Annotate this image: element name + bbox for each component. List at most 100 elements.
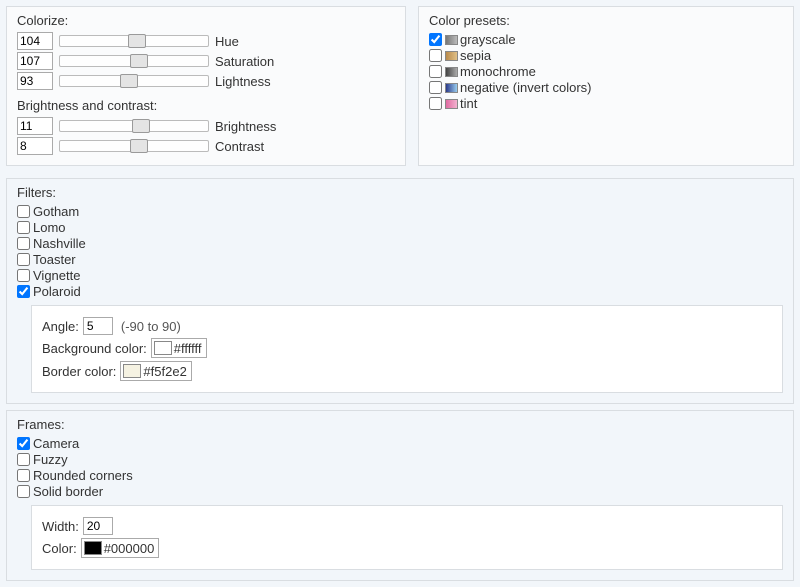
brightness-label: Brightness — [215, 119, 276, 134]
lightness-label: Lightness — [215, 74, 271, 89]
frames-item-camera: Camera — [17, 436, 783, 451]
presets-item-negative-invert-colors: negative (invert colors) — [429, 80, 783, 95]
saturation-number[interactable] — [17, 52, 53, 70]
saturation-slider[interactable] — [59, 54, 209, 68]
contrast-row: Contrast — [17, 137, 395, 155]
polaroid-border-colorbox[interactable]: #f5f2e2 — [120, 361, 191, 381]
filters-item-nashville: Nashville — [17, 236, 783, 251]
presets-title: Color presets: — [429, 13, 783, 28]
frames-label-solid-border: Solid border — [33, 484, 103, 499]
presets-item-grayscale: grayscale — [429, 32, 783, 47]
frames-title: Frames: — [17, 417, 783, 432]
filters-checkbox-gotham[interactable] — [17, 205, 30, 218]
polaroid-bg-label: Background color: — [42, 341, 147, 356]
colorize-title: Colorize: — [17, 13, 395, 28]
frames-section: Frames: CameraFuzzyRounded cornersSolid … — [6, 410, 794, 581]
filters-label-toaster: Toaster — [33, 252, 76, 267]
presets-checkbox-monochrome[interactable] — [429, 65, 442, 78]
presets-icon-tint — [445, 99, 458, 109]
filters-item-polaroid: Polaroid — [17, 284, 783, 299]
filters-checkbox-vignette[interactable] — [17, 269, 30, 282]
polaroid-bg-value: #ffffff — [174, 341, 202, 356]
presets-label-tint: tint — [460, 96, 477, 111]
contrast-label: Contrast — [215, 139, 264, 154]
filters-title: Filters: — [17, 185, 783, 200]
frames-checkbox-rounded-corners[interactable] — [17, 469, 30, 482]
presets-icon-sepia — [445, 51, 458, 61]
filters-item-gotham: Gotham — [17, 204, 783, 219]
filters-checkbox-nashville[interactable] — [17, 237, 30, 250]
presets-label-sepia: sepia — [460, 48, 491, 63]
presets-checkbox-sepia[interactable] — [429, 49, 442, 62]
filters-label-lomo: Lomo — [33, 220, 66, 235]
frames-label-rounded-corners: Rounded corners — [33, 468, 133, 483]
frames-item-fuzzy: Fuzzy — [17, 452, 783, 467]
colorize-panel: Colorize: Hue Saturation Lightness Brigh… — [6, 6, 406, 166]
presets-label-negative-invert-colors: negative (invert colors) — [460, 80, 592, 95]
frames-item-solid-border: Solid border — [17, 484, 783, 499]
saturation-row: Saturation — [17, 52, 395, 70]
filters-checkbox-lomo[interactable] — [17, 221, 30, 234]
polaroid-border-value: #f5f2e2 — [143, 364, 186, 379]
presets-label-grayscale: grayscale — [460, 32, 516, 47]
camera-width-input[interactable] — [83, 517, 113, 535]
lightness-row: Lightness — [17, 72, 395, 90]
bc-title: Brightness and contrast: — [17, 98, 395, 113]
polaroid-bg-swatch — [154, 341, 172, 355]
camera-color-colorbox[interactable]: #000000 — [81, 538, 160, 558]
camera-subpanel: Width: Color: #000000 — [31, 505, 783, 570]
polaroid-subpanel: Angle: (-90 to 90) Background color: #ff… — [31, 305, 783, 393]
filters-item-lomo: Lomo — [17, 220, 783, 235]
presets-panel: Color presets: grayscalesepiamonochromen… — [418, 6, 794, 166]
presets-checkbox-negative-invert-colors[interactable] — [429, 81, 442, 94]
presets-item-sepia: sepia — [429, 48, 783, 63]
frames-label-camera: Camera — [33, 436, 79, 451]
contrast-number[interactable] — [17, 137, 53, 155]
filters-label-polaroid: Polaroid — [33, 284, 81, 299]
camera-width-row: Width: — [42, 517, 772, 535]
presets-icon-grayscale — [445, 35, 458, 45]
contrast-slider[interactable] — [59, 139, 209, 153]
filters-label-nashville: Nashville — [33, 236, 86, 251]
filters-label-gotham: Gotham — [33, 204, 79, 219]
lightness-slider[interactable] — [59, 74, 209, 88]
polaroid-angle-input[interactable] — [83, 317, 113, 335]
filters-label-vignette: Vignette — [33, 268, 80, 283]
frames-checkbox-camera[interactable] — [17, 437, 30, 450]
hue-row: Hue — [17, 32, 395, 50]
polaroid-angle-row: Angle: (-90 to 90) — [42, 317, 772, 335]
brightness-row: Brightness — [17, 117, 395, 135]
filters-item-toaster: Toaster — [17, 252, 783, 267]
filters-section: Filters: GothamLomoNashvilleToasterVigne… — [6, 178, 794, 404]
presets-item-monochrome: monochrome — [429, 64, 783, 79]
filters-checkbox-toaster[interactable] — [17, 253, 30, 266]
camera-color-row: Color: #000000 — [42, 538, 772, 558]
saturation-label: Saturation — [215, 54, 274, 69]
frames-checkbox-fuzzy[interactable] — [17, 453, 30, 466]
hue-label: Hue — [215, 34, 239, 49]
polaroid-bg-row: Background color: #ffffff — [42, 338, 772, 358]
hue-slider[interactable] — [59, 34, 209, 48]
filters-item-vignette: Vignette — [17, 268, 783, 283]
polaroid-border-label: Border color: — [42, 364, 116, 379]
presets-icon-monochrome — [445, 67, 458, 77]
brightness-slider[interactable] — [59, 119, 209, 133]
camera-color-swatch — [84, 541, 102, 555]
presets-label-monochrome: monochrome — [460, 64, 536, 79]
polaroid-angle-label: Angle: — [42, 319, 79, 334]
filters-checkbox-polaroid[interactable] — [17, 285, 30, 298]
polaroid-angle-hint: (-90 to 90) — [121, 319, 181, 334]
presets-checkbox-grayscale[interactable] — [429, 33, 442, 46]
presets-checkbox-tint[interactable] — [429, 97, 442, 110]
camera-width-label: Width: — [42, 519, 79, 534]
frames-item-rounded-corners: Rounded corners — [17, 468, 783, 483]
brightness-number[interactable] — [17, 117, 53, 135]
presets-icon-negative-invert-colors — [445, 83, 458, 93]
presets-item-tint: tint — [429, 96, 783, 111]
lightness-number[interactable] — [17, 72, 53, 90]
hue-number[interactable] — [17, 32, 53, 50]
frames-checkbox-solid-border[interactable] — [17, 485, 30, 498]
polaroid-border-swatch — [123, 364, 141, 378]
polaroid-bg-colorbox[interactable]: #ffffff — [151, 338, 207, 358]
polaroid-border-row: Border color: #f5f2e2 — [42, 361, 772, 381]
